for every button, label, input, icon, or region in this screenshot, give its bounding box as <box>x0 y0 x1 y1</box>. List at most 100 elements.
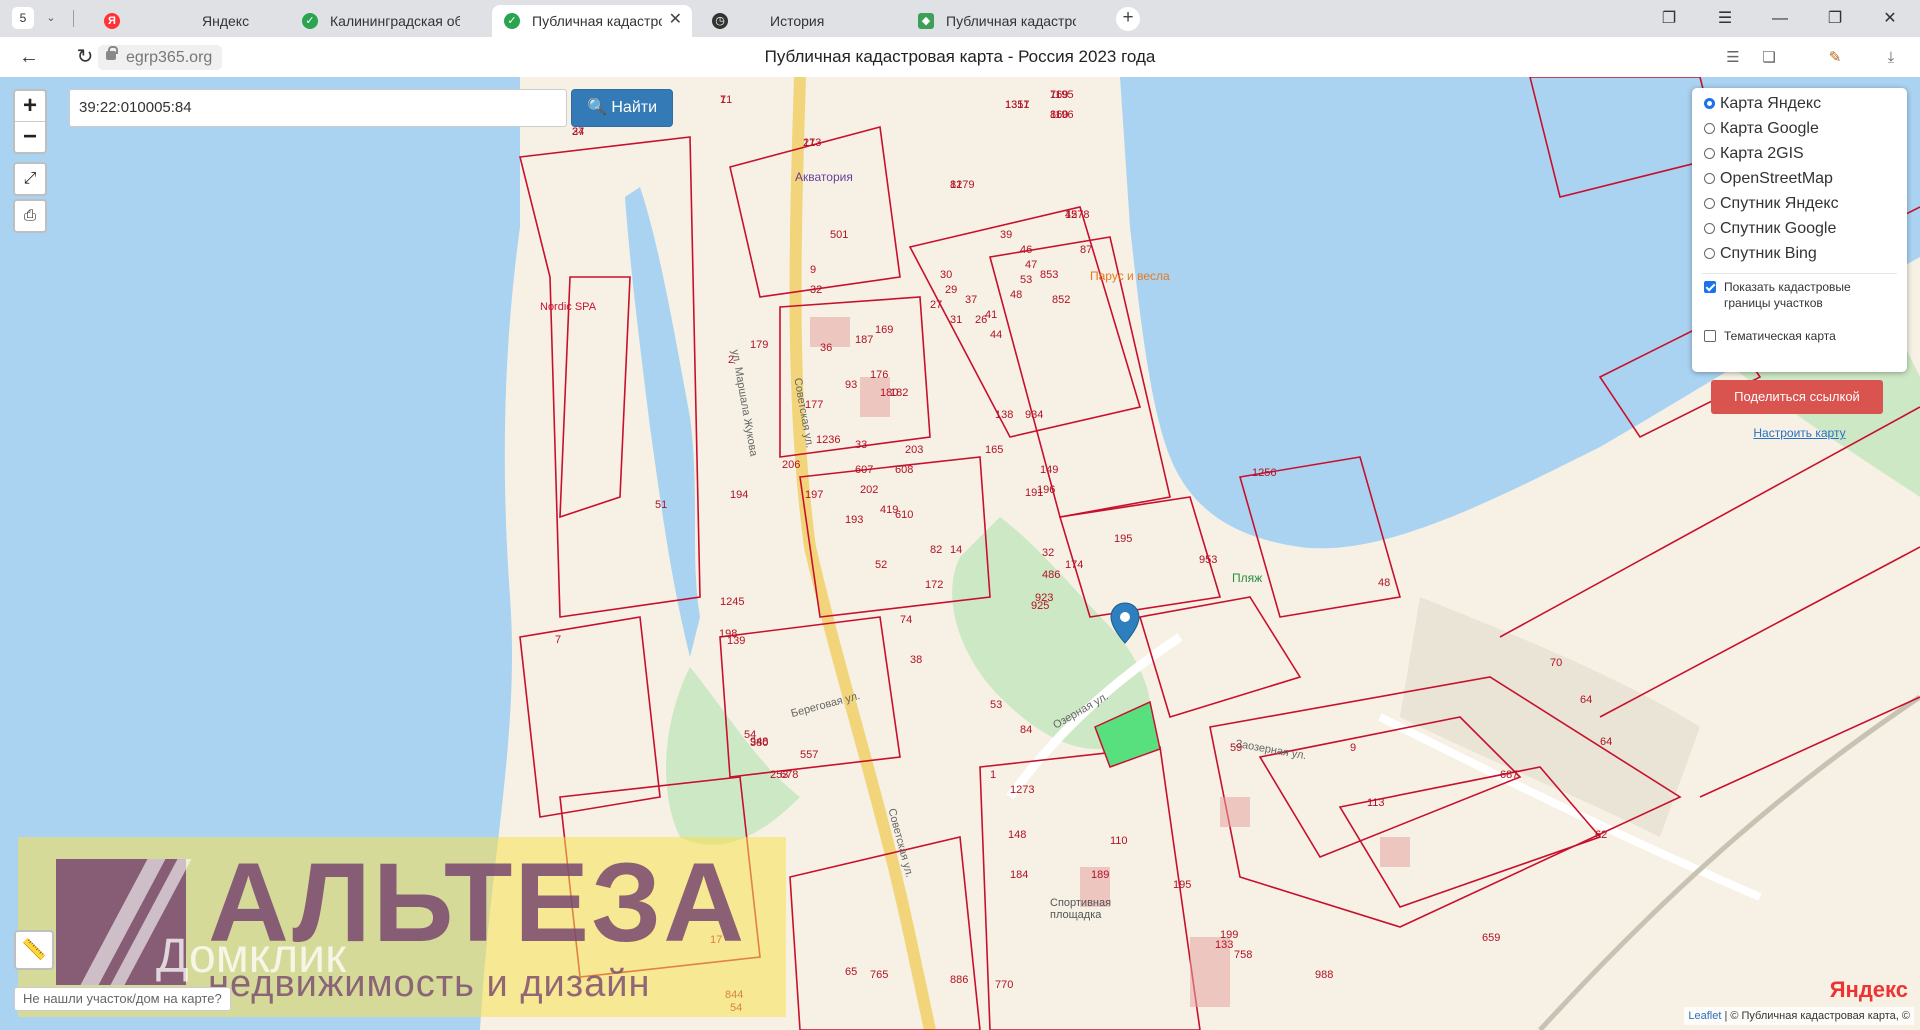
radio-icon <box>1704 198 1715 209</box>
parcel-number: 70 <box>1550 657 1563 669</box>
tab-history[interactable]: ◷ История <box>700 5 900 37</box>
parcel-number: 82 <box>930 544 943 556</box>
parcel-number: 2 <box>728 354 735 366</box>
parcel-number: 38 <box>910 654 923 666</box>
parcel-number: 48 <box>1378 577 1391 589</box>
radio-icon <box>1704 173 1715 184</box>
tab-separator <box>73 10 74 27</box>
parcel-number: 53 <box>990 699 1003 711</box>
restore-icon[interactable]: ❐ <box>1820 6 1850 32</box>
download-icon[interactable]: ⤓ <box>1880 47 1902 69</box>
parcel-number: 31 <box>950 314 963 326</box>
parcel-number: 110 <box>1110 835 1128 847</box>
parcel-number: 948 <box>750 736 769 748</box>
close-tab-icon[interactable]: ✕ <box>669 5 682 35</box>
tab-count-badge[interactable]: 5 <box>12 7 34 29</box>
parcel-number: 1236 <box>816 434 841 446</box>
browser-tab-strip: 5 ⌄ Я Яндекс ✓ Калининградская область ✓… <box>0 0 1920 37</box>
parcel-number: 189 <box>1091 869 1110 881</box>
parcel-number: 184 <box>1010 869 1029 881</box>
check-icon: ✓ <box>302 13 318 29</box>
parcel-number: 71 <box>720 94 733 106</box>
address-bar: ← ↻ egrp365.org Публичная кадастровая ка… <box>0 37 1920 78</box>
map-attribution: Leaflet | © Публичная кадастровая карта,… <box>1684 1007 1914 1025</box>
layer-2gis-map[interactable]: Карта 2GIS <box>1704 144 1804 164</box>
extension-icon[interactable]: ✎ <box>1824 47 1846 69</box>
bookmark-icon[interactable]: ❏ <box>1758 47 1780 69</box>
parcel-number: 41 <box>985 309 998 321</box>
print-icon[interactable]: ⎙ <box>13 199 47 233</box>
tab-yandex[interactable]: Я Яндекс <box>92 5 280 37</box>
ruler-icon[interactable]: 📏 <box>14 930 54 970</box>
parcel-number: 678 <box>780 769 799 781</box>
not-found-link[interactable]: Не нашли участок/дом на карте? <box>14 987 231 1011</box>
zoom-out-button[interactable]: − <box>15 121 45 152</box>
parcel-number: 172 <box>925 579 944 591</box>
search-icon: 🔍 <box>586 99 607 116</box>
parcel-number: 59 <box>1230 742 1243 754</box>
layer-google-satellite[interactable]: Спутник Google <box>1704 219 1836 239</box>
fullscreen-icon[interactable]: ⤢ <box>13 162 47 196</box>
tab-cadastral-map-active[interactable]: ✓ Публичная кадастровая карта ✕ <box>492 5 692 37</box>
layer-yandex-map[interactable]: Карта Яндекс <box>1704 94 1821 114</box>
place-label: Пляж <box>1232 571 1263 585</box>
parcel-number: 197 <box>805 489 824 501</box>
tab-kaliningrad[interactable]: ✓ Калининградская область <box>290 5 490 37</box>
reload-icon[interactable]: ↻ <box>72 45 98 71</box>
radio-icon <box>1704 123 1715 134</box>
find-button[interactable]: 🔍 Найти <box>571 89 673 127</box>
cadastral-map[interactable]: Акватория Nordic SPA Парус и весла Пляж … <box>0 77 1920 1030</box>
map-marker-icon[interactable] <box>1110 602 1140 644</box>
parcel-number: 1256 <box>1252 467 1277 479</box>
tab-cadastral-map-2[interactable]: ◆ Публичная кадастровая к <box>906 5 1106 37</box>
lock-icon <box>106 46 118 60</box>
reader-mode-icon[interactable]: ☰ <box>1722 47 1744 69</box>
parcel-number: 14 <box>950 544 963 556</box>
zoom-in-button[interactable]: + <box>15 91 45 121</box>
parcel-number: 173 <box>803 137 822 149</box>
parcel-number: 87 <box>1080 244 1093 256</box>
check-icon: ✓ <box>504 13 520 29</box>
parcel-number: 74 <box>900 614 913 626</box>
parcel-number: 81 <box>950 179 963 191</box>
layer-openstreetmap[interactable]: OpenStreetMap <box>1704 169 1833 189</box>
collections-icon[interactable]: ❐ <box>1654 6 1684 32</box>
parcel-number: 46 <box>1020 244 1033 256</box>
configure-map-link[interactable]: Настроить карту <box>1692 426 1907 440</box>
radio-icon <box>1704 148 1715 159</box>
parcel-number: 202 <box>860 484 879 496</box>
share-link-button[interactable]: Поделиться ссылкой <box>1711 380 1883 414</box>
parcel-number: 169 <box>875 324 894 336</box>
parcel-number: 193 <box>845 514 864 526</box>
new-tab-button[interactable]: + <box>1116 7 1140 31</box>
place-label: Nordic SPA <box>540 301 597 313</box>
parcel-number: 182 <box>890 387 909 399</box>
tabs-dropdown-icon[interactable]: ⌄ <box>40 7 62 29</box>
thematic-map-checkbox[interactable]: Тематическая карта <box>1704 328 1894 344</box>
parcel-number: 139 <box>727 635 746 647</box>
layer-bing-satellite[interactable]: Спутник Bing <box>1704 244 1817 264</box>
show-boundaries-checkbox[interactable]: Показать кадастровые границы участков <box>1704 279 1894 313</box>
parcel-number: 953 <box>1199 554 1218 566</box>
place-label: Парус и весла <box>1090 269 1170 283</box>
minimize-icon[interactable]: — <box>1765 6 1795 32</box>
leaflet-link[interactable]: Leaflet <box>1688 1010 1721 1022</box>
close-window-icon[interactable]: ✕ <box>1875 6 1905 32</box>
cadastral-search-input[interactable]: 39:22:010005:84 <box>69 89 567 127</box>
find-button-label: Найти <box>611 99 658 116</box>
parcel-number: 174 <box>1065 559 1084 571</box>
layer-yandex-satellite[interactable]: Спутник Яндекс <box>1704 194 1839 214</box>
layer-panel: Карта Яндекс Карта Google Карта 2GIS Ope… <box>1692 88 1907 372</box>
parcel-number: 1 <box>990 769 997 781</box>
parcel-number: 765 <box>870 969 889 981</box>
parcel-number: 196 <box>1037 484 1056 496</box>
parcel-number: 852 <box>1052 294 1071 306</box>
parcel-number: 194 <box>730 489 749 501</box>
parcel-number: 770 <box>995 979 1014 991</box>
parcel-number: 32 <box>810 284 823 296</box>
url-field[interactable]: egrp365.org <box>98 45 223 70</box>
layer-google-map[interactable]: Карта Google <box>1704 119 1819 139</box>
menu-icon[interactable]: ☰ <box>1710 6 1740 32</box>
tab-title: Калининградская область <box>330 13 460 29</box>
back-icon[interactable]: ← <box>16 45 42 71</box>
